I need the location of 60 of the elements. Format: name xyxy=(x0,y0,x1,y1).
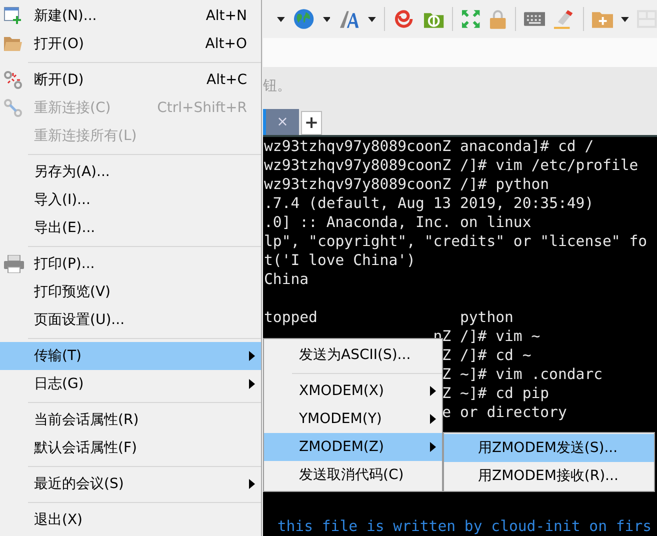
terminal-line: wz93tzhqv97y8089coonZ /]# vim /etc/profile xyxy=(264,157,638,174)
submenu-arrow-icon xyxy=(249,379,255,389)
menu-item[interactable]: 断开(D) Alt+C xyxy=(0,66,261,94)
swirl-icon[interactable] xyxy=(392,8,415,30)
menu-item[interactable]: 页面设置(U)... xyxy=(0,306,261,334)
menu-item[interactable]: 发送为ASCII(S)... xyxy=(264,341,442,369)
terminal-line: Z /]# cd ~ xyxy=(442,347,532,364)
new-tab-button[interactable]: + xyxy=(301,111,322,135)
menu-item[interactable]: 用ZMODEM接收(R)... xyxy=(444,462,654,490)
menu-item[interactable]: 打印预览(V) xyxy=(0,278,261,306)
terminal-line: t('I love China') xyxy=(264,252,416,269)
link-icon xyxy=(4,99,22,117)
terminal-line: .0] :: Anaconda, Inc. on linux xyxy=(264,214,532,231)
keyboard-icon[interactable] xyxy=(524,12,546,26)
hint-text: 钮。 xyxy=(263,77,291,95)
caret-icon[interactable] xyxy=(322,16,330,22)
caret-icon[interactable] xyxy=(621,16,630,22)
menu-item[interactable]: 打印(P)... xyxy=(0,250,261,278)
pen-icon[interactable] xyxy=(553,9,575,29)
folder-icon xyxy=(4,37,22,51)
menu-item[interactable]: 导出(E)... xyxy=(0,214,261,242)
globe-icon[interactable] xyxy=(292,8,315,30)
caret-icon[interactable] xyxy=(277,16,285,22)
menu-item[interactable]: 发送取消代码(C) xyxy=(264,461,442,489)
terminal-line: China xyxy=(264,271,309,288)
menu-item[interactable]: 传输(T) xyxy=(0,342,261,370)
menu-item[interactable]: 日志(G) xyxy=(0,370,261,398)
terminal-line: Z ~]# vim .condarc xyxy=(442,366,603,383)
caret-icon[interactable] xyxy=(368,16,376,22)
menu-item[interactable]: 默认会话属性(F) xyxy=(0,434,261,462)
menu-item[interactable]: 另存为(A)... xyxy=(0,158,261,186)
menu-item[interactable]: 退出(X) xyxy=(0,506,261,534)
terminal-line: .7.4 (default, Aug 13 2019, 20:35:49) xyxy=(264,195,594,212)
terminal-line: topped python xyxy=(264,309,514,326)
menu-item[interactable]: YMODEM(Y) xyxy=(264,405,442,433)
submenu-arrow-icon xyxy=(430,442,436,452)
menu-item[interactable]: 当前会话属性(R) xyxy=(0,406,261,434)
menu-item[interactable]: 导入(I)... xyxy=(0,186,261,214)
terminal-line: wz93tzhqv97y8089coonZ /]# python xyxy=(264,176,550,193)
menu-item[interactable]: 用ZMODEM发送(S)... xyxy=(444,434,654,462)
menu-item[interactable]: ZMODEM(Z) xyxy=(264,433,442,461)
submenu-arrow-icon xyxy=(430,386,436,396)
folder-plus-icon[interactable] xyxy=(592,10,614,28)
terminal-line: wz93tzhqv97y8089coonZ anaconda]# cd / xyxy=(264,138,594,155)
terminal-line: e or directory xyxy=(442,404,567,421)
disconnect-icon xyxy=(4,71,22,89)
fullscreen-icon[interactable] xyxy=(461,9,481,29)
menu-item[interactable]: 打开(O) Alt+O xyxy=(0,30,261,58)
terminal-line: lp", "copyright", "credits" or "license" fo xyxy=(264,233,648,250)
menu-item[interactable]: XMODEM(X) xyxy=(264,377,442,405)
font-icon[interactable] xyxy=(338,8,360,30)
menu-item[interactable]: 最近的会议(S) xyxy=(0,470,261,498)
submenu-arrow-icon xyxy=(430,414,436,424)
terminal-line: this file is written by cloud-init on firs xyxy=(277,518,652,535)
printer-icon xyxy=(4,255,24,273)
submenu-arrow-icon xyxy=(249,351,255,361)
terminal-line: Z ~]# cd pip xyxy=(442,385,550,402)
submenu-arrow-icon xyxy=(249,479,255,489)
new-window-icon xyxy=(4,7,22,25)
menu-item[interactable]: 新建(N)... Alt+N xyxy=(0,2,261,30)
